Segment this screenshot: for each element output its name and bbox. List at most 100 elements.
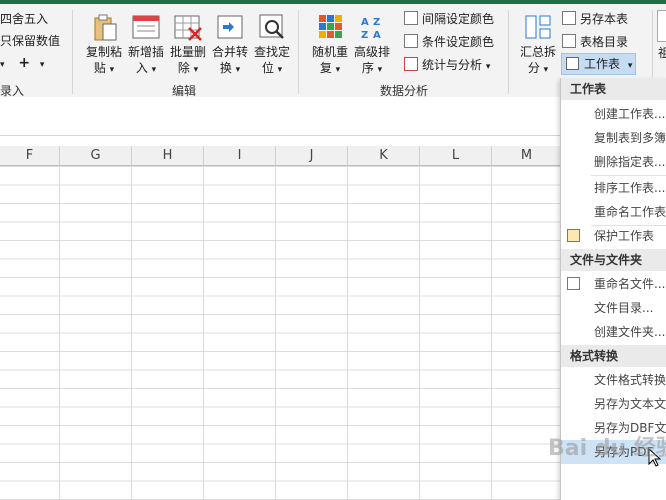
column-header-j[interactable]: J bbox=[276, 146, 348, 166]
find-locate-button[interactable]: 查找定位 ▾ bbox=[250, 10, 294, 78]
chevron-down-icon: ▾ bbox=[193, 65, 199, 75]
menu-item-sort-sheets[interactable]: 排序工作表... bbox=[561, 176, 666, 200]
svg-text:Z: Z bbox=[361, 30, 368, 41]
far-right-label: 祖 bbox=[658, 46, 666, 60]
grid-line bbox=[491, 166, 492, 500]
advanced-sort-label-2: 序 bbox=[361, 61, 374, 75]
merge-convert-label: 合并转 bbox=[211, 45, 248, 59]
interval-color-label: 间隔设定颜色 bbox=[422, 12, 495, 26]
copy-paste-button[interactable]: 复制粘贴 ▾ bbox=[82, 10, 126, 78]
random-repeat-label-2: 复 bbox=[319, 61, 332, 75]
svg-text:A: A bbox=[361, 17, 369, 28]
menu-section-header: 格式转换 bbox=[561, 345, 666, 367]
summary-split-button[interactable]: 汇总拆分 ▾ bbox=[516, 10, 560, 78]
find-locate-label-2: 位 bbox=[261, 61, 274, 75]
far-right-icon bbox=[657, 10, 666, 42]
grid-line bbox=[131, 166, 132, 500]
stats-analysis-label: 统计与分析 bbox=[422, 58, 483, 72]
menu-item-protect-sheet[interactable]: 保护工作表 bbox=[561, 224, 666, 248]
grid-line bbox=[347, 166, 348, 500]
batch-delete-button[interactable]: 批量删除 ▾ bbox=[166, 10, 210, 78]
interval-color-button[interactable]: 间隔设定颜色 bbox=[404, 10, 494, 28]
files-icon bbox=[567, 277, 580, 290]
menu-item-file-directory[interactable]: 文件目录... bbox=[561, 296, 666, 320]
keep-values-button[interactable]: 只保留数值 bbox=[0, 32, 60, 50]
merge-convert-label-2: 换 bbox=[219, 61, 232, 75]
new-insert-label: 新增插 bbox=[127, 45, 164, 59]
menu-item-copy-to-workbooks[interactable]: 复制表到多簿 bbox=[561, 126, 666, 150]
insert-rows-icon bbox=[131, 12, 161, 42]
group-divider bbox=[508, 10, 509, 94]
column-header-i[interactable]: I bbox=[204, 146, 276, 166]
protect-sheet-label: 保护工作表 bbox=[594, 229, 655, 243]
chevron-down-icon: ▾ bbox=[109, 65, 115, 75]
chevron-down-icon: ▾ bbox=[627, 61, 633, 71]
worksheet-icon bbox=[566, 57, 579, 70]
chevron-down-icon: ▾ bbox=[335, 65, 341, 75]
color-grid-icon bbox=[404, 11, 418, 25]
conditional-color-label: 条件设定颜色 bbox=[422, 35, 495, 49]
misc-row[interactable]: ▾ + ▾ bbox=[0, 54, 44, 72]
toc-icon bbox=[562, 34, 576, 48]
column-header-h[interactable]: H bbox=[132, 146, 204, 166]
sort-az-icon: AZZA bbox=[357, 12, 387, 42]
group-divider bbox=[72, 10, 73, 94]
table-toc-button[interactable]: 表格目录 bbox=[562, 33, 628, 51]
random-icon bbox=[315, 12, 345, 42]
menu-item-save-as-text[interactable]: 另存为文本文 bbox=[561, 392, 666, 416]
cell-grid[interactable] bbox=[0, 166, 560, 500]
chevron-down-icon: ▾ bbox=[235, 65, 241, 75]
advanced-sort-button[interactable]: AZZA 高级排序 ▾ bbox=[350, 10, 394, 78]
copy-paste-label: 复制粘 bbox=[85, 45, 122, 59]
menu-item-delete-sheets[interactable]: 删除指定表... bbox=[561, 150, 666, 174]
column-header-m[interactable]: M bbox=[492, 146, 562, 166]
column-header-k[interactable]: K bbox=[348, 146, 420, 166]
chevron-down-icon: ▾ bbox=[485, 62, 491, 72]
menu-item-create-folders[interactable]: 创建文件夹... bbox=[561, 320, 666, 344]
summary-split-label: 汇总拆 bbox=[519, 45, 556, 59]
find-icon bbox=[257, 12, 287, 42]
stats-icon bbox=[404, 57, 418, 71]
summary-split-icon bbox=[523, 12, 553, 42]
merge-convert-button[interactable]: 合并转换 ▾ bbox=[208, 10, 252, 78]
find-locate-label: 查找定 bbox=[253, 45, 290, 59]
chevron-down-icon: ▾ bbox=[0, 60, 5, 70]
copy-paste-label-2: 贴 bbox=[93, 61, 106, 75]
menu-item-create-sheet[interactable]: 创建工作表... bbox=[561, 102, 666, 126]
worksheet-dropdown-label: 工作表 bbox=[584, 57, 621, 71]
svg-text:A: A bbox=[373, 30, 381, 41]
rename-files-label: 重命名文件... bbox=[594, 277, 666, 291]
batch-delete-label-2: 除 bbox=[177, 61, 190, 75]
chevron-down-icon: ▾ bbox=[151, 65, 157, 75]
round-button[interactable]: 四舍五入 bbox=[0, 10, 48, 28]
menu-item-rename-sheets[interactable]: 重命名工作表 bbox=[561, 200, 666, 224]
random-repeat-label: 随机重 bbox=[311, 45, 348, 59]
save-sheet-button[interactable]: 另存本表 bbox=[562, 10, 628, 28]
plus-icon[interactable]: + bbox=[18, 55, 30, 71]
watermark-logo: Bai du 经验 bbox=[548, 436, 666, 461]
save-icon bbox=[562, 11, 576, 25]
advanced-sort-label: 高级排 bbox=[353, 45, 390, 59]
chevron-down-icon: ▾ bbox=[543, 65, 549, 75]
chevron-down-icon: ▾ bbox=[277, 65, 283, 75]
new-insert-label-2: 入 bbox=[135, 61, 148, 75]
new-insert-button[interactable]: 新增插入 ▾ bbox=[124, 10, 168, 78]
conditional-color-button[interactable]: 条件设定颜色 bbox=[404, 33, 494, 51]
worksheet-dropdown-button[interactable]: 工作表 ▾ bbox=[561, 53, 636, 75]
summary-split-label-2: 分 bbox=[527, 61, 540, 75]
column-header-f[interactable]: F bbox=[0, 146, 60, 166]
menu-item-rename-files[interactable]: 重命名文件... bbox=[561, 272, 666, 296]
batch-delete-label: 批量删 bbox=[169, 45, 206, 59]
group-divider bbox=[298, 10, 299, 94]
menu-item-format-convert[interactable]: 文件格式转换 bbox=[561, 368, 666, 392]
grid-line bbox=[59, 166, 60, 500]
keep-values-label: 只保留数值 bbox=[0, 34, 61, 48]
column-header-l[interactable]: L bbox=[420, 146, 492, 166]
chevron-down-icon: ▾ bbox=[377, 65, 383, 75]
random-repeat-button[interactable]: 随机重复 ▾ bbox=[308, 10, 352, 78]
save-sheet-label: 另存本表 bbox=[580, 12, 629, 26]
merge-icon bbox=[215, 12, 245, 42]
column-header-g[interactable]: G bbox=[60, 146, 132, 166]
stats-analysis-button[interactable]: 统计与分析 ▾ bbox=[404, 56, 490, 74]
grid-line bbox=[419, 166, 420, 500]
